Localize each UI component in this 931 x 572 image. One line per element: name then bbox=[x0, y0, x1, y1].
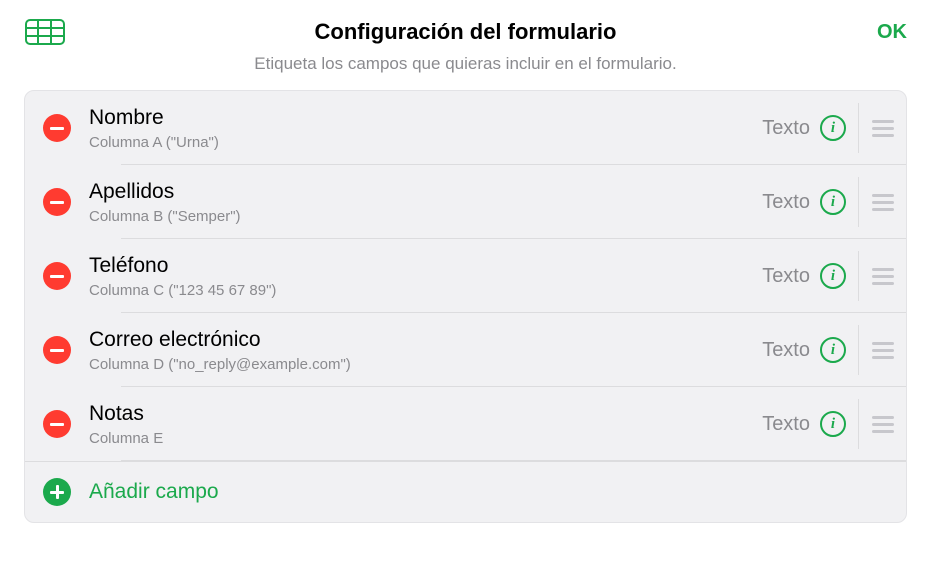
field-text[interactable]: Teléfono Columna C ("123 45 67 89") bbox=[89, 253, 762, 298]
reorder-icon bbox=[872, 416, 894, 433]
remove-field-button[interactable] bbox=[43, 114, 71, 142]
table-icon[interactable] bbox=[24, 18, 66, 46]
remove-field-button[interactable] bbox=[43, 410, 71, 438]
field-row: Nombre Columna A ("Urna") Texto i bbox=[25, 91, 906, 165]
field-type-group: Texto i bbox=[762, 263, 858, 289]
info-icon[interactable]: i bbox=[820, 115, 846, 141]
drag-handle[interactable] bbox=[858, 103, 906, 153]
fields-panel: Nombre Columna A ("Urna") Texto i Apelli… bbox=[24, 90, 907, 523]
reorder-icon bbox=[872, 268, 894, 285]
field-type-label: Texto bbox=[762, 191, 810, 214]
field-text[interactable]: Correo electrónico Columna D ("no_reply@… bbox=[89, 327, 762, 372]
field-row: Notas Columna E Texto i bbox=[25, 387, 906, 461]
add-field-button[interactable] bbox=[43, 478, 71, 506]
field-name: Correo electrónico bbox=[89, 327, 762, 353]
field-row: Correo electrónico Columna D ("no_reply@… bbox=[25, 313, 906, 387]
ok-button[interactable]: OK bbox=[865, 21, 907, 44]
info-icon[interactable]: i bbox=[820, 411, 846, 437]
info-icon[interactable]: i bbox=[820, 263, 846, 289]
add-field-row[interactable]: Añadir campo bbox=[25, 461, 906, 522]
field-column: Columna A ("Urna") bbox=[89, 134, 762, 151]
field-type-group: Texto i bbox=[762, 115, 858, 141]
field-name: Nombre bbox=[89, 105, 762, 131]
field-type-group: Texto i bbox=[762, 189, 858, 215]
field-type-group: Texto i bbox=[762, 337, 858, 363]
field-name: Notas bbox=[89, 401, 762, 427]
reorder-icon bbox=[872, 342, 894, 359]
field-row: Teléfono Columna C ("123 45 67 89") Text… bbox=[25, 239, 906, 313]
remove-field-button[interactable] bbox=[43, 188, 71, 216]
field-text[interactable]: Nombre Columna A ("Urna") bbox=[89, 105, 762, 150]
field-column: Columna B ("Semper") bbox=[89, 208, 762, 225]
field-name: Teléfono bbox=[89, 253, 762, 279]
field-column: Columna D ("no_reply@example.com") bbox=[89, 356, 762, 373]
reorder-icon bbox=[872, 194, 894, 211]
remove-field-button[interactable] bbox=[43, 262, 71, 290]
field-row: Apellidos Columna B ("Semper") Texto i bbox=[25, 165, 906, 239]
field-column: Columna E bbox=[89, 430, 762, 447]
drag-handle[interactable] bbox=[858, 325, 906, 375]
field-column: Columna C ("123 45 67 89") bbox=[89, 282, 762, 299]
drag-handle[interactable] bbox=[858, 399, 906, 449]
add-field-label: Añadir campo bbox=[89, 480, 219, 504]
field-type-label: Texto bbox=[762, 117, 810, 140]
field-type-group: Texto i bbox=[762, 411, 858, 437]
reorder-icon bbox=[872, 120, 894, 137]
info-icon[interactable]: i bbox=[820, 189, 846, 215]
drag-handle[interactable] bbox=[858, 251, 906, 301]
field-name: Apellidos bbox=[89, 179, 762, 205]
field-text[interactable]: Notas Columna E bbox=[89, 401, 762, 446]
page-title: Configuración del formulario bbox=[66, 19, 865, 45]
remove-field-button[interactable] bbox=[43, 336, 71, 364]
header: Configuración del formulario OK bbox=[0, 0, 931, 54]
field-type-label: Texto bbox=[762, 265, 810, 288]
info-icon[interactable]: i bbox=[820, 337, 846, 363]
drag-handle[interactable] bbox=[858, 177, 906, 227]
field-type-label: Texto bbox=[762, 413, 810, 436]
field-type-label: Texto bbox=[762, 339, 810, 362]
field-text[interactable]: Apellidos Columna B ("Semper") bbox=[89, 179, 762, 224]
page-subtitle: Etiqueta los campos que quieras incluir … bbox=[0, 54, 931, 90]
